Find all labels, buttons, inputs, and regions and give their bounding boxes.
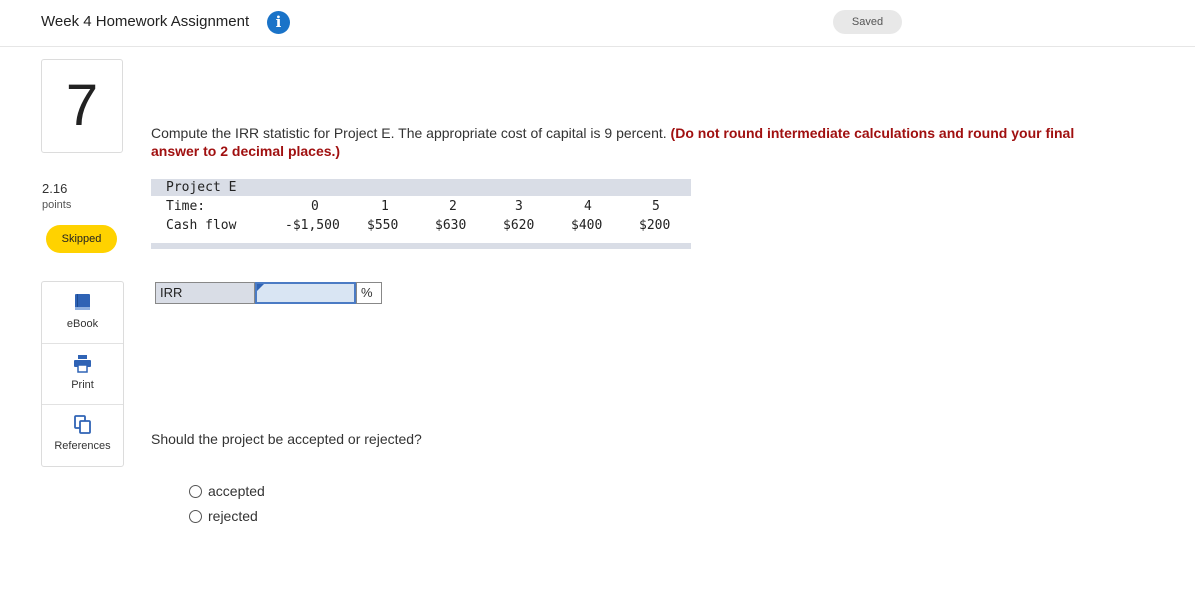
- cashflow-cell: $620: [503, 218, 535, 233]
- time-cell: 0: [311, 199, 319, 214]
- print-label: Print: [71, 379, 94, 391]
- ebook-label: eBook: [66, 318, 99, 330]
- cashflow-cell: $400: [571, 218, 603, 233]
- divider: [42, 404, 123, 405]
- divider: [42, 343, 123, 344]
- info-icon[interactable]: i: [267, 11, 290, 34]
- book-icon: [75, 294, 90, 310]
- time-cell: 5: [652, 199, 660, 214]
- time-cell: 3: [515, 199, 523, 214]
- time-row-label: Time:: [166, 199, 206, 214]
- saved-status-badge: Saved: [833, 10, 902, 34]
- cashflow-cell: -$1,500: [285, 218, 340, 233]
- references-label: References: [54, 440, 111, 452]
- question-prompt: Compute the IRR statistic for Project E.…: [151, 125, 671, 141]
- cashflow-cell: $200: [639, 218, 671, 233]
- option-rejected[interactable]: rejected: [189, 508, 258, 524]
- radio-button[interactable]: [189, 510, 202, 523]
- tools-panel: eBook Print References: [41, 281, 124, 467]
- time-cell: 4: [584, 199, 592, 214]
- percent-unit: %: [356, 282, 382, 304]
- points-value: 2.16: [42, 181, 68, 196]
- cashflow-row-label: Cash flow: [166, 218, 237, 233]
- question-number: 7: [41, 59, 123, 153]
- option-label: accepted: [208, 483, 265, 499]
- copy-pages-icon: [74, 415, 91, 434]
- ebook-button[interactable]: eBook: [42, 282, 123, 343]
- option-accepted[interactable]: accepted: [189, 483, 265, 499]
- irr-input-marker: [255, 282, 356, 304]
- top-bar: Week 4 Homework Assignment i Saved: [0, 0, 1195, 47]
- time-cell: 1: [381, 199, 389, 214]
- cashflow-cell: $630: [435, 218, 467, 233]
- table-bottom-band: [151, 243, 691, 249]
- accept-reject-question: Should the project be accepted or reject…: [151, 431, 422, 447]
- project-title: Project E: [166, 180, 237, 195]
- printer-icon: [74, 355, 91, 373]
- skipped-badge: Skipped: [46, 225, 117, 253]
- input-marker-icon: [257, 284, 264, 291]
- print-button[interactable]: Print: [42, 343, 123, 404]
- question-text: Compute the IRR statistic for Project E.…: [151, 124, 1081, 160]
- references-button[interactable]: References: [42, 404, 123, 465]
- irr-label: IRR: [155, 282, 255, 304]
- cashflow-cell: $550: [367, 218, 399, 233]
- time-cell: 2: [449, 199, 457, 214]
- option-label: rejected: [208, 508, 258, 524]
- points-label: points: [42, 199, 72, 211]
- radio-button[interactable]: [189, 485, 202, 498]
- assignment-title: Week 4 Homework Assignment: [41, 13, 250, 30]
